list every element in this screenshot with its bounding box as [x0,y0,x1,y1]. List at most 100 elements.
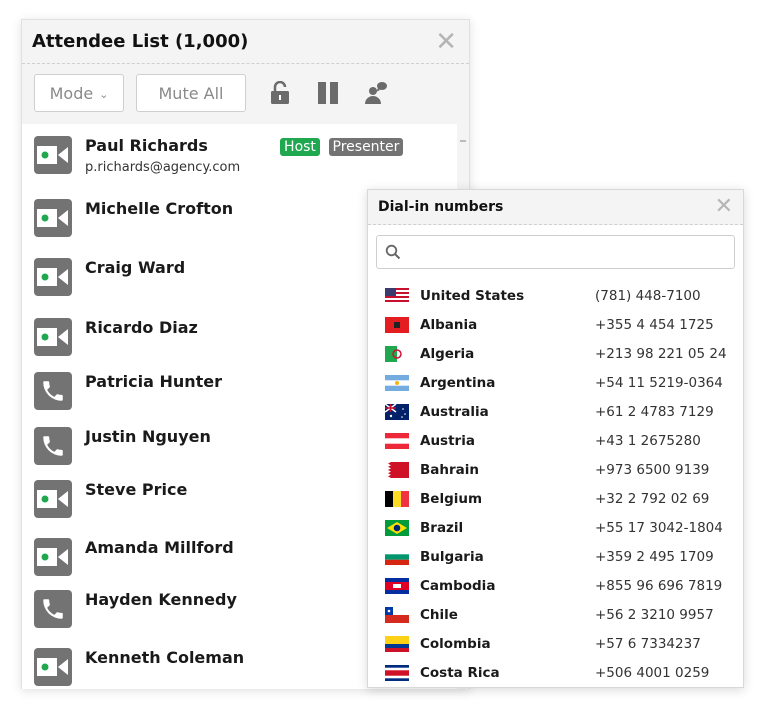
country-name: Bahrain [420,462,480,478]
country-number: +61 2 4783 7129 [595,404,714,420]
attendee-email: p.richards@agency.com [85,160,241,175]
video-camera-icon [34,258,72,296]
attendee-row[interactable]: Steve Price [34,480,187,518]
country-name: Brazil [420,520,464,536]
flag-costa-rica-icon [385,665,409,681]
attendee-name: Patricia Hunter [85,372,223,391]
flag-us-icon [385,288,409,304]
country-number: +855 96 696 7819 [595,578,723,594]
search-input[interactable] [376,235,735,269]
country-name: United States [420,288,525,304]
country-row[interactable]: United States (781) 448-7100 [385,285,735,307]
flag-brazil-icon [385,520,409,536]
country-name: Costa Rica [420,665,500,681]
attendee-name: Justin Nguyen [85,427,211,446]
country-number: +359 2 495 1709 [595,549,714,565]
flag-algeria-icon [385,346,409,362]
country-number: +213 98 221 05 24 [595,346,727,362]
country-number: (781) 448-7100 [595,288,701,304]
country-name: Cambodia [420,578,496,594]
country-name: Australia [420,404,489,420]
chevron-down-icon: ⌄ [99,88,109,101]
attendee-row[interactable]: Patricia Hunter [34,372,222,410]
country-name: Austria [420,433,475,449]
country-number: +56 2 3210 9957 [595,607,714,623]
country-name: Belgium [420,491,483,507]
country-row[interactable]: Algeria +213 98 221 05 24 [385,343,735,365]
close-icon[interactable]: ✕ [715,196,733,218]
pause-icon[interactable] [314,79,342,107]
attendee-toolbar: Mode ⌄ Mute All [22,64,469,122]
lock-icon[interactable] [266,79,294,107]
flag-albania-icon [385,317,409,333]
phone-icon [34,590,72,628]
video-camera-icon [34,199,72,237]
country-row[interactable]: Colombia +57 6 7334237 [385,633,735,655]
mute-all-button[interactable]: Mute All [136,74,246,112]
country-row[interactable]: Brazil +55 17 3042-1804 [385,517,735,539]
phone-icon [34,372,72,410]
presenter-badge: Presenter [328,138,404,156]
video-camera-icon [34,136,72,174]
attendee-row[interactable]: Ricardo Diaz [34,318,198,356]
attendee-name: Paul Richards [85,136,208,155]
country-number: +54 11 5219-0364 [595,375,723,391]
attendee-row[interactable]: Michelle Crofton [34,199,233,237]
country-name: Colombia [420,636,491,652]
attendee-row[interactable]: Justin Nguyen [34,427,211,465]
video-camera-icon [34,318,72,356]
country-name: Algeria [420,346,475,362]
country-name: Argentina [420,375,496,391]
country-number: +32 2 792 02 69 [595,491,710,507]
country-number: +43 1 2675280 [595,433,701,449]
country-name: Chile [420,607,458,623]
attendee-row[interactable]: Amanda Millford [34,538,234,576]
flag-bulgaria-icon [385,549,409,565]
attendee-name: Craig Ward [85,258,186,277]
close-icon[interactable]: ✕ [435,29,457,55]
country-number: +55 17 3042-1804 [595,520,723,536]
attendee-list-title: Attendee List (1,000) [32,31,249,52]
attendee-row[interactable]: Hayden Kennedy [34,590,237,628]
flag-cambodia-icon [385,578,409,594]
country-number: +506 4001 0259 [595,665,710,681]
country-name: Albania [420,317,478,333]
country-row[interactable]: Austria +43 1 2675280 [385,430,735,452]
attendee-list-header: Attendee List (1,000) ✕ [22,20,469,64]
attendee-row[interactable]: Paul Richards Host Presenter p.richards@… [34,136,404,175]
flag-colombia-icon [385,636,409,652]
attendee-row[interactable]: Craig Ward [34,258,185,296]
flag-belgium-icon [385,491,409,507]
flag-australia-icon [385,404,409,420]
country-row[interactable]: Chile +56 2 3210 9957 [385,604,735,626]
phone-icon [34,427,72,465]
attendee-name: Michelle Crofton [85,199,234,218]
country-row[interactable]: Australia +61 2 4783 7129 [385,401,735,423]
video-camera-icon [34,480,72,518]
country-number: +57 6 7334237 [595,636,701,652]
country-row[interactable]: Argentina +54 11 5219-0364 [385,372,735,394]
attendee-name: Steve Price [85,480,188,499]
search-icon [385,244,401,260]
flag-bahrain-icon [385,462,409,478]
country-row[interactable]: Bahrain +973 6500 9139 [385,459,735,481]
country-row[interactable]: Cambodia +855 96 696 7819 [385,575,735,597]
attendee-name: Amanda Millford [85,538,234,557]
country-row[interactable]: Belgium +32 2 792 02 69 [385,488,735,510]
mode-label: Mode [49,83,94,103]
country-number: +973 6500 9139 [595,462,710,478]
flag-austria-icon [385,433,409,449]
mode-dropdown[interactable]: Mode ⌄ [34,74,124,112]
flag-argentina-icon [385,375,409,391]
attendee-row[interactable]: Kenneth Coleman [34,648,244,686]
country-row[interactable]: Albania +355 4 454 1725 [385,314,735,336]
country-row[interactable]: Costa Rica +506 4001 0259 [385,662,735,684]
attendee-name: Kenneth Coleman [85,648,245,667]
country-row[interactable]: Bulgaria +359 2 495 1709 [385,546,735,568]
dial-in-header: Dial-in numbers ✕ [368,190,743,225]
attendee-name: Hayden Kennedy [85,590,237,609]
speaker-request-icon[interactable] [362,79,390,107]
dial-in-panel: Dial-in numbers ✕ United States (781) 44… [367,189,744,688]
host-badge: Host [280,138,320,156]
attendee-name: Ricardo Diaz [85,318,198,337]
